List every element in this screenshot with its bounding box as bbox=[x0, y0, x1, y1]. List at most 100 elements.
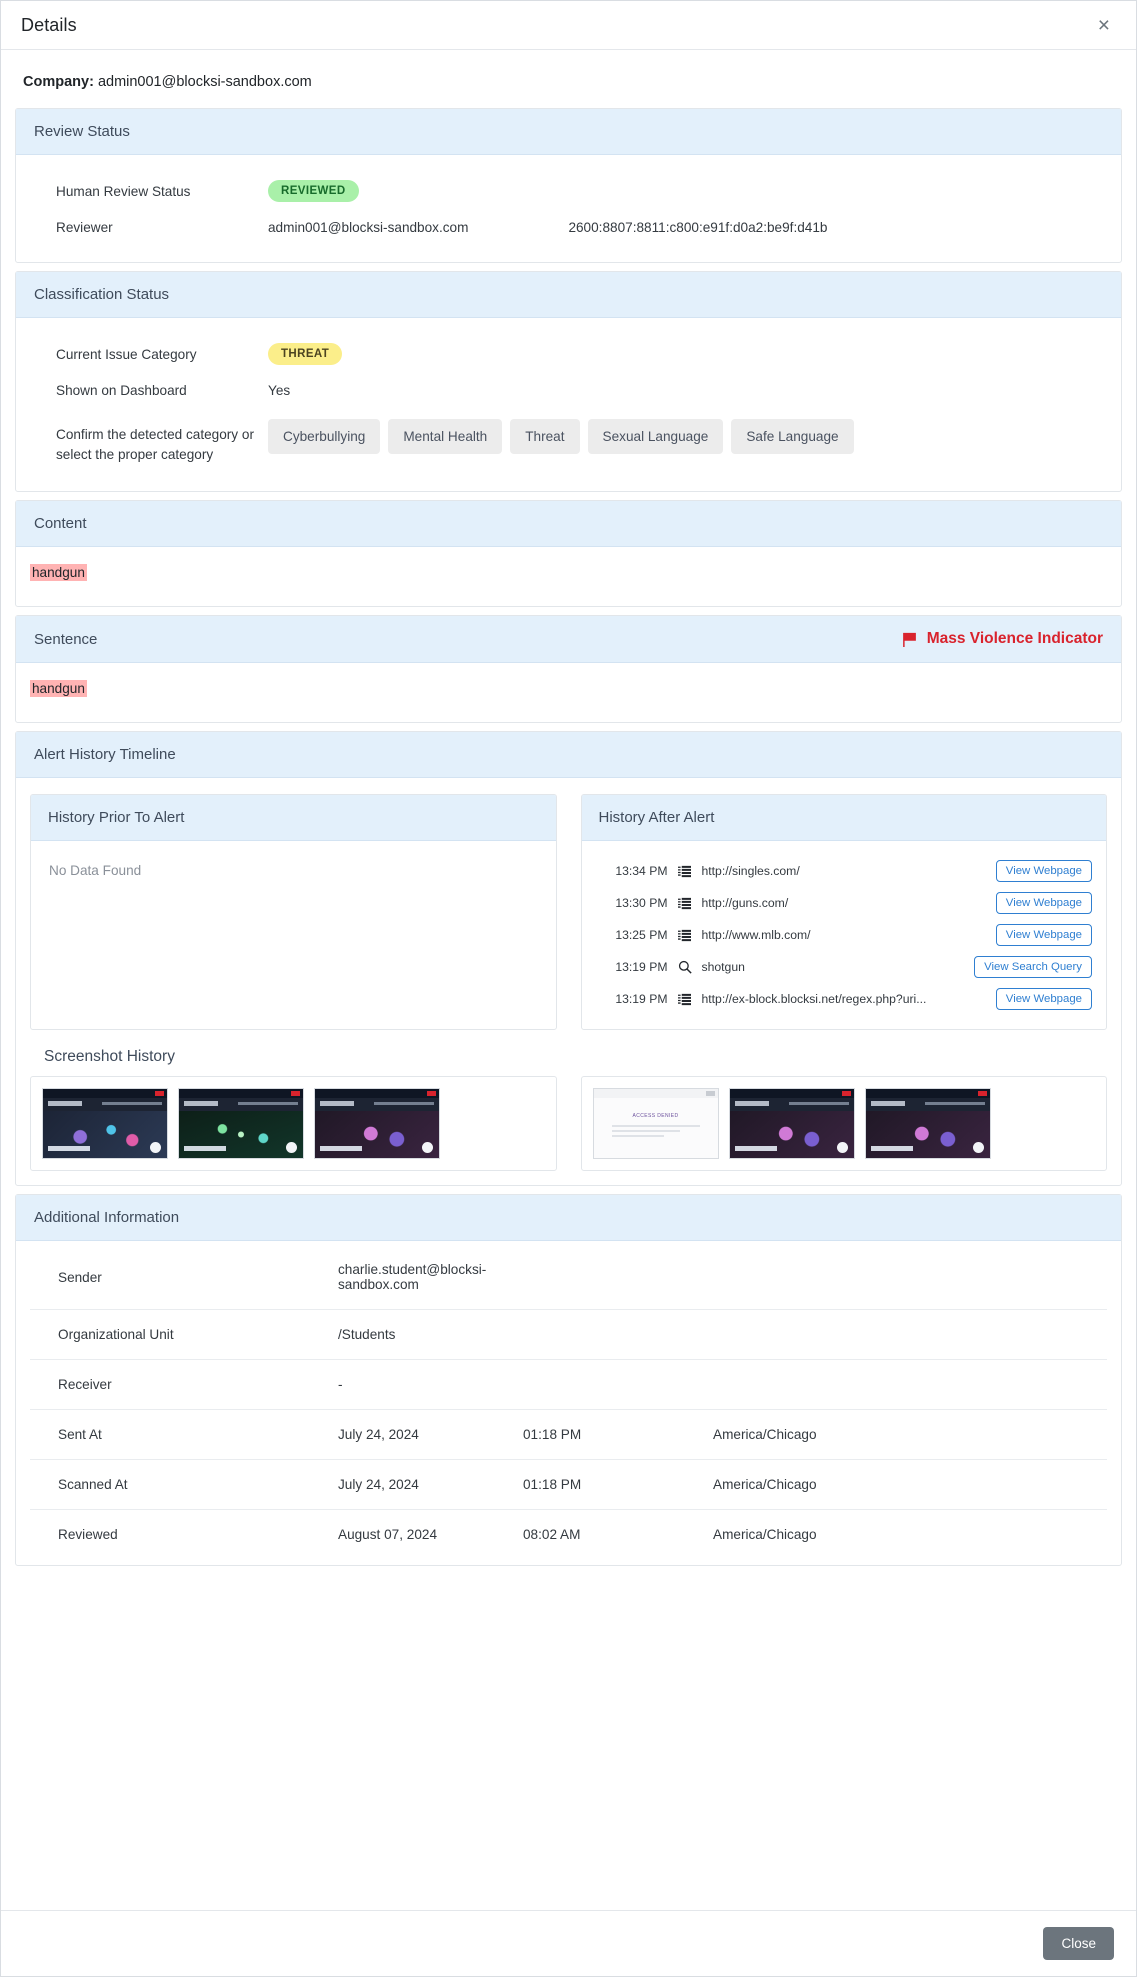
company-value: admin001@blocksi-sandbox.com bbox=[97, 74, 312, 90]
info-value-3: America/Chicago bbox=[713, 1427, 817, 1443]
category-button-sexual-language[interactable]: Sexual Language bbox=[587, 419, 724, 454]
info-label: Sender bbox=[58, 1269, 102, 1285]
thumbnail-browser-bar bbox=[43, 1089, 167, 1099]
view-webpage-button[interactable]: View Webpage bbox=[995, 988, 1092, 1011]
mass-violence-indicator-label: Mass Violence Indicator bbox=[926, 630, 1103, 648]
timeline-text: http://singles.com/ bbox=[701, 864, 800, 879]
timeline-text: http://www.mlb.com/ bbox=[701, 928, 811, 943]
content-heading: Content bbox=[16, 501, 1121, 548]
info-label: Sent At bbox=[58, 1427, 102, 1443]
classification-status-panel: Classification Status Current Issue Cate… bbox=[15, 271, 1122, 493]
timeline-time: 13:25 PM bbox=[615, 928, 668, 943]
company-label: Company: bbox=[23, 74, 94, 90]
screenshot-history-columns: ACCESS DENIED bbox=[30, 1076, 1107, 1172]
reviewer-email: admin001@blocksi-sandbox.com bbox=[268, 220, 469, 235]
info-value-3: America/Chicago bbox=[713, 1527, 817, 1543]
timeline-time: 13:19 PM bbox=[615, 992, 668, 1007]
thumbnail-nav bbox=[238, 1102, 298, 1106]
modal-header: Details × bbox=[1, 1, 1136, 50]
timeline-row: 13:25 PM http://www.mlb.com/ View Webpag… bbox=[592, 919, 1097, 951]
screenshot-history-right: ACCESS DENIED bbox=[580, 1076, 1107, 1172]
additional-information-body: Sender charlie.student@blocksi-sandbox.c… bbox=[16, 1241, 1121, 1565]
screenshot-thumbnail-access-denied[interactable]: ACCESS DENIED bbox=[592, 1088, 719, 1160]
classification-status-body: Current Issue Category THREAT Shown on D… bbox=[16, 318, 1121, 491]
info-label: Reviewed bbox=[58, 1527, 118, 1543]
thumbnail-browser-bar bbox=[593, 1089, 718, 1099]
timeline-time: 13:19 PM bbox=[615, 960, 668, 975]
thumbnail-logo bbox=[734, 1101, 769, 1107]
timeline-time: 13:30 PM bbox=[615, 896, 668, 911]
shown-on-dashboard-row: Shown on Dashboard Yes bbox=[30, 374, 1107, 407]
history-prior-body: No Data Found bbox=[31, 841, 556, 1005]
page-title: Details bbox=[21, 14, 77, 35]
view-webpage-button[interactable]: View Webpage bbox=[995, 924, 1092, 947]
category-badge: THREAT bbox=[268, 343, 343, 365]
thumbnail-logo bbox=[184, 1101, 218, 1107]
access-denied-label: ACCESS DENIED bbox=[632, 1113, 679, 1120]
thumbnail-browser-bar bbox=[315, 1089, 439, 1099]
close-icon[interactable]: × bbox=[1092, 13, 1116, 38]
classification-status-heading: Classification Status bbox=[16, 272, 1121, 318]
info-row-reviewed: Reviewed August 07, 2024 08:02 AM Americ… bbox=[30, 1510, 1107, 1559]
thumbnail-caption bbox=[734, 1146, 777, 1152]
info-row-scanned-at: Scanned At July 24, 2024 01:18 PM Americ… bbox=[30, 1460, 1107, 1511]
screenshot-thumbnail[interactable] bbox=[178, 1088, 304, 1160]
view-webpage-button[interactable]: View Webpage bbox=[995, 860, 1092, 883]
webpage-icon bbox=[668, 993, 702, 1006]
thumbnail-caption bbox=[184, 1146, 226, 1152]
category-button-cyberbullying[interactable]: Cyberbullying bbox=[268, 419, 381, 454]
content-body: handgun bbox=[16, 547, 1121, 606]
screenshot-thumbnail[interactable] bbox=[728, 1088, 855, 1160]
thumbnail-browser-bar bbox=[179, 1089, 303, 1099]
info-value-1: July 24, 2024 bbox=[338, 1427, 419, 1443]
human-review-status-label: Human Review Status bbox=[56, 183, 191, 199]
content-panel: Content handgun bbox=[15, 500, 1122, 608]
additional-information-heading: Additional Information bbox=[16, 1195, 1121, 1242]
reviewer-label: Reviewer bbox=[56, 220, 113, 235]
timeline-time: 13:34 PM bbox=[615, 864, 668, 879]
view-search-query-button[interactable]: View Search Query bbox=[974, 956, 1092, 979]
category-buttons: Cyberbullying Mental Health Threat Sexua… bbox=[268, 419, 854, 454]
current-issue-category-label: Current Issue Category bbox=[56, 346, 197, 362]
screenshot-thumbnail[interactable] bbox=[864, 1088, 991, 1160]
screenshot-thumbnail[interactable] bbox=[314, 1088, 440, 1160]
review-status-body: Human Review Status REVIEWED Reviewer ad… bbox=[16, 155, 1121, 262]
category-button-safe-language[interactable]: Safe Language bbox=[731, 419, 854, 454]
content-highlighted-term: handgun bbox=[30, 564, 87, 582]
thumbnail-cursor bbox=[836, 1142, 848, 1154]
screenshot-thumbnail[interactable] bbox=[42, 1088, 168, 1160]
info-value-1: - bbox=[338, 1377, 343, 1393]
review-status-panel: Review Status Human Review Status REVIEW… bbox=[15, 108, 1122, 263]
thumbnail-logo bbox=[48, 1101, 82, 1107]
timeline-text: http://guns.com/ bbox=[701, 896, 789, 911]
current-issue-category-row: Current Issue Category THREAT bbox=[30, 334, 1107, 374]
category-button-threat[interactable]: Threat bbox=[510, 419, 580, 454]
info-row-receiver: Receiver - bbox=[30, 1360, 1107, 1411]
timeline-columns: History Prior To Alert No Data Found His… bbox=[30, 794, 1107, 1031]
history-after-heading: History After Alert bbox=[581, 795, 1106, 842]
mass-violence-indicator: Mass Violence Indicator bbox=[901, 630, 1103, 648]
info-row-sender: Sender charlie.student@blocksi-sandbox.c… bbox=[30, 1245, 1107, 1311]
category-button-mental-health[interactable]: Mental Health bbox=[388, 419, 503, 454]
timeline-text: shotgun bbox=[701, 960, 745, 975]
thumbnail-text-lines bbox=[611, 1125, 700, 1140]
thumbnail-logo bbox=[870, 1101, 905, 1107]
flag-icon bbox=[901, 631, 918, 648]
timeline-row: 13:34 PM http://singles.com/ View Webpag… bbox=[592, 855, 1097, 887]
human-review-status-value: REVIEWED bbox=[268, 180, 359, 202]
sentence-body: handgun bbox=[16, 663, 1121, 722]
screenshot-history-title: Screenshot History bbox=[44, 1048, 175, 1066]
alert-history-heading: Alert History Timeline bbox=[16, 732, 1121, 779]
history-prior-heading: History Prior To Alert bbox=[31, 795, 556, 842]
search-icon bbox=[668, 960, 702, 975]
sentence-highlighted-term: handgun bbox=[30, 680, 87, 698]
thumbnail-nav bbox=[374, 1102, 434, 1106]
review-status-heading: Review Status bbox=[16, 109, 1121, 155]
history-after-card: History After Alert 13:34 PM http://sing… bbox=[580, 794, 1107, 1031]
close-button[interactable]: Close bbox=[1043, 1927, 1114, 1960]
view-webpage-button[interactable]: View Webpage bbox=[995, 892, 1092, 915]
thumbnail-caption bbox=[48, 1146, 90, 1152]
webpage-icon bbox=[668, 929, 702, 942]
history-prior-empty: No Data Found bbox=[49, 863, 142, 879]
alert-history-panel: Alert History Timeline History Prior To … bbox=[15, 731, 1122, 1187]
